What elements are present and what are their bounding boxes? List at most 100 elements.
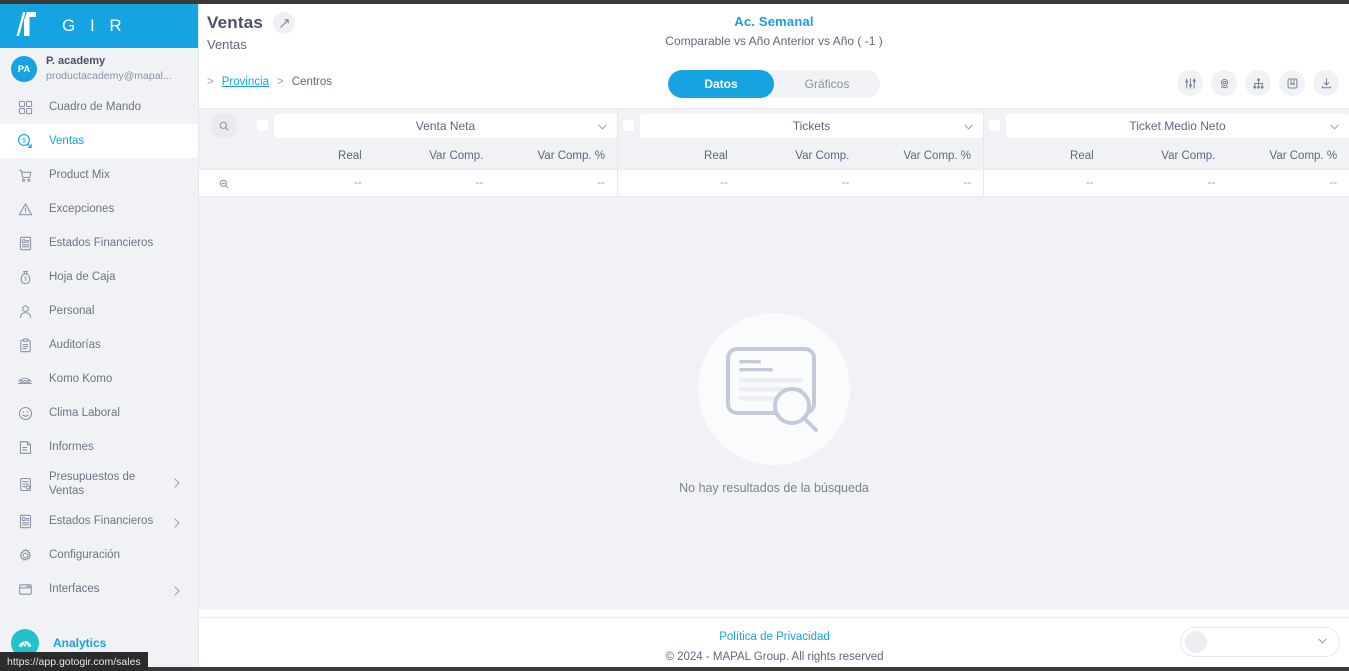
app-root: Ventas Ventas Ac. Semanal Comparable vs …: [0, 0, 1349, 671]
sidebar-item-interfaces[interactable]: Interfaces: [0, 572, 198, 606]
column-header[interactable]: Var Comp.: [1106, 150, 1228, 162]
sidebar-item-ventas[interactable]: $ Ventas: [0, 124, 198, 158]
hierarchy-icon[interactable]: [1245, 70, 1271, 96]
sidebar-brand[interactable]: G I R: [0, 4, 198, 48]
group-checkbox-venta-neta[interactable]: [257, 120, 268, 131]
group-select-venta-neta[interactable]: Venta Neta: [274, 113, 617, 138]
sidebar-item-auditorias[interactable]: Auditorías: [0, 328, 198, 362]
table-cell: --: [1329, 177, 1338, 189]
sidebar-item-label: Estados Financieros: [49, 236, 154, 249]
column-header[interactable]: Var Comp. %: [861, 150, 983, 162]
group-select-tickets[interactable]: Tickets: [640, 113, 983, 138]
avatar: [1185, 631, 1207, 653]
table-row: -- -- -- -- -- -- -- -- --: [199, 169, 1349, 197]
sidebar-item-configuracion[interactable]: Configuración: [0, 538, 198, 572]
shopping-cart-icon: [15, 168, 35, 183]
chevron-right-icon[interactable]: [173, 584, 181, 602]
sidebar-user-info: P. academy productacademy@mapal...: [46, 54, 172, 83]
sidebar-item-cuadro-de-mando[interactable]: Cuadro de Mando: [0, 90, 198, 124]
view-mode-tabs: Datos Gráficos: [668, 70, 880, 98]
komo-komo-icon: [15, 372, 35, 387]
bookmark-icon[interactable]: [1279, 70, 1305, 96]
group-checkbox-ticket-medio-neto[interactable]: [989, 120, 1000, 131]
chevron-right-icon[interactable]: [173, 476, 181, 494]
group-checkbox-tickets[interactable]: [623, 120, 634, 131]
download-icon[interactable]: [1313, 70, 1339, 96]
footer-center: Política de Privacidad © 2024 - MAPAL Gr…: [199, 627, 1349, 663]
chevron-down-icon: [1317, 633, 1328, 651]
column-header[interactable]: Real: [252, 150, 374, 162]
page-section-label: Ventas: [207, 37, 247, 52]
sidebar-item-excepciones[interactable]: Excepciones: [0, 192, 198, 226]
copyright-text: © 2024 - MAPAL Group. All rights reserve…: [665, 651, 884, 663]
column-header[interactable]: Var Comp. %: [1227, 150, 1349, 162]
filter-sliders-icon[interactable]: [1177, 70, 1203, 96]
sidebar-item-label: Ventas: [49, 134, 85, 147]
column-header[interactable]: Real: [618, 150, 740, 162]
sidebar-item-hoja-de-caja[interactable]: $ Hoja de Caja: [0, 260, 198, 294]
tab-datos[interactable]: Datos: [668, 70, 774, 98]
sidebar-item-komo-komo[interactable]: Komo Komo: [0, 362, 198, 396]
tab-graficos[interactable]: Gráficos: [774, 70, 880, 98]
search-icon[interactable]: [211, 113, 237, 139]
search-minus-icon[interactable]: [211, 171, 237, 197]
sidebar-user-email: productacademy@mapal...: [46, 70, 172, 83]
status-bar-url: https://app.gotogir.com/sales: [0, 652, 148, 671]
avatar: PA: [11, 56, 37, 82]
table-cell: --: [963, 177, 972, 189]
warning-triangle-icon: [15, 202, 35, 217]
column-header[interactable]: Var Comp.: [740, 150, 862, 162]
table-column-header-row: Real Var Comp. Var Comp. % Real Var Comp…: [199, 142, 1349, 169]
sidebar-item-label: Hoja de Caja: [49, 270, 116, 283]
group-select-label: Venta Neta: [415, 118, 476, 133]
report-subtitle: Comparable vs Año Anterior vs Año ( -1 ): [665, 34, 883, 48]
group-select-label: Ticket Medio Neto: [1129, 118, 1226, 133]
report-title-block: Ac. Semanal Comparable vs Año Anterior v…: [199, 14, 1349, 48]
person-icon: [15, 304, 35, 319]
sidebar-item-estados-financieros[interactable]: Estados Financieros: [0, 226, 198, 260]
gir-logo-icon: [16, 11, 40, 42]
chevron-right-icon[interactable]: [173, 516, 181, 534]
sidebar-item-label: Analytics: [53, 636, 107, 650]
sidebar-item-label: Estados Financieros: [49, 514, 154, 527]
window-icon: [15, 582, 35, 597]
sidebar-item-label: Interfaces: [49, 582, 100, 595]
chevron-down-icon: [597, 121, 608, 135]
sidebar-item-clima-laboral[interactable]: Clima Laboral: [0, 396, 198, 430]
breadcrumb-item-provincia[interactable]: Provincia: [222, 76, 269, 88]
group-select-ticket-medio-neto[interactable]: Ticket Medio Neto: [1006, 113, 1349, 138]
column-header[interactable]: Var Comp. %: [495, 150, 617, 162]
sidebar-item-product-mix[interactable]: Product Mix: [0, 158, 198, 192]
sidebar: G I R PA P. academy productacademy@mapal…: [0, 4, 198, 671]
column-header[interactable]: Real: [984, 150, 1106, 162]
expand-arrow-icon[interactable]: [273, 12, 296, 34]
table-cell: --: [354, 177, 362, 189]
sidebar-item-estados-financieros-2[interactable]: Estados Financieros: [0, 504, 198, 538]
table-group-header-row: Venta Neta Tickets Ticket Medio Neto: [199, 108, 1349, 142]
sidebar-item-label: Clima Laboral: [49, 406, 120, 419]
sidebar-user[interactable]: PA P. academy productacademy@mapal...: [0, 48, 198, 90]
window-bottom-strip: [0, 667, 1349, 671]
no-results-icon: [698, 312, 850, 465]
gear-icon: [15, 548, 35, 563]
sidebar-item-label: Presupuestos de Ventas: [49, 470, 136, 497]
privacy-policy-link[interactable]: Política de Privacidad: [719, 631, 830, 643]
table-cell: --: [841, 177, 850, 189]
sidebar-item-label: Configuración: [49, 548, 120, 561]
sidebar-item-presupuestos-de-ventas[interactable]: Presupuestos de Ventas: [0, 464, 198, 504]
location-pin-icon[interactable]: [1211, 70, 1237, 96]
toolbar-row: > Provincia > Centros Datos Gráficos: [199, 64, 1349, 108]
sidebar-item-informes[interactable]: Informes: [0, 430, 198, 464]
column-header[interactable]: Var Comp.: [374, 150, 496, 162]
table-lead-cell: [199, 142, 252, 169]
sidebar-item-personal[interactable]: Personal: [0, 294, 198, 328]
sidebar-item-label: Personal: [49, 304, 95, 317]
footer-account-select[interactable]: [1180, 627, 1340, 657]
sidebar-user-name: P. academy: [46, 55, 106, 68]
svg-text:$: $: [24, 276, 27, 282]
breadcrumb-item-centros[interactable]: Centros: [292, 76, 332, 88]
svg-text:$: $: [22, 138, 26, 145]
table-cell: --: [1086, 177, 1094, 189]
page-header: Ventas Ventas Ac. Semanal Comparable vs …: [199, 4, 1349, 64]
dashboard-grid-icon: [15, 100, 35, 115]
